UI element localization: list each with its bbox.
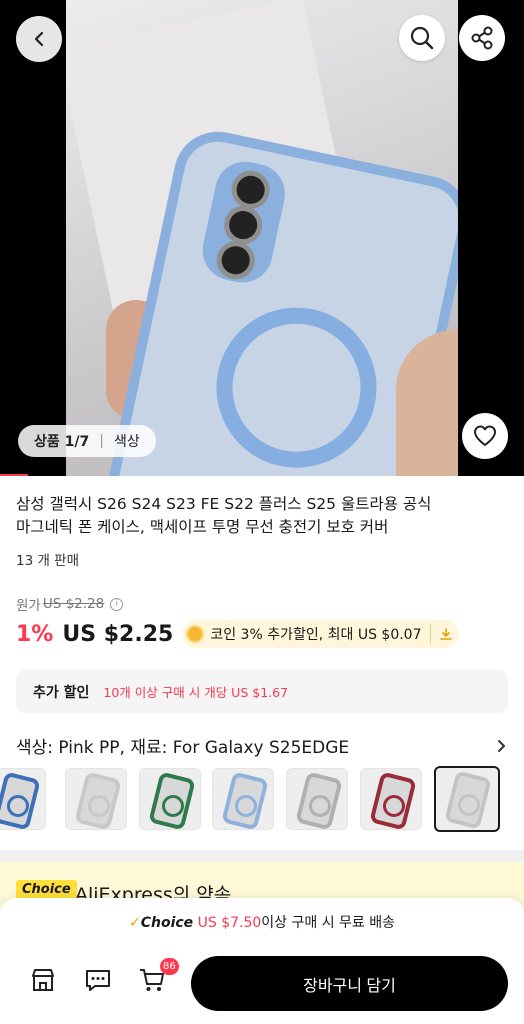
share-button[interactable]	[459, 15, 505, 61]
chat-button[interactable]	[81, 963, 115, 997]
camera-block	[197, 156, 291, 289]
product-image-gallery[interactable]	[0, 0, 524, 476]
original-price-label: 원가	[16, 598, 41, 614]
variant-text: 색상: Pink PP, 재료: For Galaxy S25EDGE	[16, 738, 350, 758]
check-icon: ✓	[128, 915, 141, 931]
download-icon	[439, 628, 452, 640]
pill-divider	[429, 624, 431, 644]
variant-thumbnail[interactable]	[0, 768, 46, 830]
search-icon	[410, 26, 434, 50]
add-to-cart-button[interactable]: 장바구니 담기	[191, 956, 508, 1011]
free-shipping-amount: US $7.50	[197, 915, 262, 931]
coin-discount-pill[interactable]: 코인 3% 추가할인, 최대 US $0.07	[182, 620, 459, 648]
store-icon	[32, 969, 54, 991]
section-divider	[0, 850, 524, 862]
variant-thumbnail[interactable]	[360, 768, 422, 830]
wishlist-button[interactable]	[462, 413, 508, 459]
coin-discount-text: 코인 3% 추가할인, 최대 US $0.07	[210, 627, 422, 643]
extra-discount-label: 추가 할인	[33, 684, 90, 701]
cart-count-badge: 86	[160, 958, 179, 975]
current-price: US $2.25	[62, 621, 174, 647]
variant-thumbnail[interactable]	[65, 768, 127, 830]
color-tab[interactable]: 색상	[114, 431, 140, 451]
badge-divider: |	[99, 433, 104, 449]
price-row: 1% US $2.25 코인 3% 추가할인, 최대 US $0.07	[16, 620, 459, 648]
choice-label: Choice	[140, 915, 194, 931]
info-icon[interactable]: i	[110, 597, 124, 611]
product-photo	[66, 0, 458, 476]
discount-percent: 1%	[16, 621, 54, 647]
image-counter-badge[interactable]: 상품 1/7 | 색상	[18, 425, 156, 457]
gallery-progress	[0, 474, 28, 476]
product-title: 삼성 갤럭시 S26 S24 S23 FE S22 플러스 S25 울트라용 공…	[16, 493, 508, 539]
search-button[interactable]	[399, 15, 445, 61]
thumbnail-ring	[309, 795, 331, 817]
store-button[interactable]	[26, 963, 60, 997]
chat-icon	[86, 970, 110, 991]
thumbnail-ring	[235, 795, 257, 817]
sold-count: 13 개 판매	[16, 553, 80, 569]
magsafe-ring	[201, 292, 392, 476]
variant-thumbnail[interactable]	[434, 766, 500, 832]
product-title-line: 삼성 갤럭시 S26 S24 S23 FE S22 플러스 S25 울트라용 공…	[16, 495, 432, 513]
variant-thumbnail[interactable]	[212, 768, 274, 830]
original-price-row: 원가 US $2.28 i	[16, 594, 124, 614]
free-shipping-notice: ✓Choice US $7.50이상 구매 시 무료 배송	[0, 912, 524, 932]
extra-discount-text: 10개 이상 구매 시 개당 US $1.67	[103, 685, 289, 700]
chevron-right-icon	[498, 739, 505, 752]
original-price: US $2.28	[42, 596, 105, 612]
thumbnail-ring	[383, 795, 405, 817]
thumbnail-ring	[458, 794, 480, 816]
variant-thumbnail[interactable]	[286, 768, 348, 830]
image-counter: 상품 1/7	[34, 434, 90, 450]
share-icon	[471, 26, 493, 50]
heart-icon	[474, 425, 496, 446]
extra-discount-banner[interactable]: 추가 할인 10개 이상 구매 시 개당 US $1.67	[16, 670, 508, 713]
thumbnail-ring	[7, 795, 29, 817]
choice-badge: Choice	[16, 880, 77, 899]
variant-thumbnail[interactable]	[139, 768, 201, 830]
thumbnail-ring	[162, 795, 184, 817]
coin-icon	[186, 625, 205, 643]
thumbnail-ring	[88, 795, 110, 817]
variant-selector[interactable]: 색상: Pink PP, 재료: For Galaxy S25EDGE	[16, 733, 508, 758]
back-button[interactable]	[16, 16, 62, 62]
chevron-left-icon	[34, 31, 44, 47]
product-title-line: 마그네틱 폰 케이스, 맥세이프 투명 무선 충전기 보호 커버	[16, 518, 389, 536]
free-shipping-text: 이상 구매 시 무료 배송	[261, 915, 396, 931]
variant-thumbnails	[0, 766, 524, 832]
